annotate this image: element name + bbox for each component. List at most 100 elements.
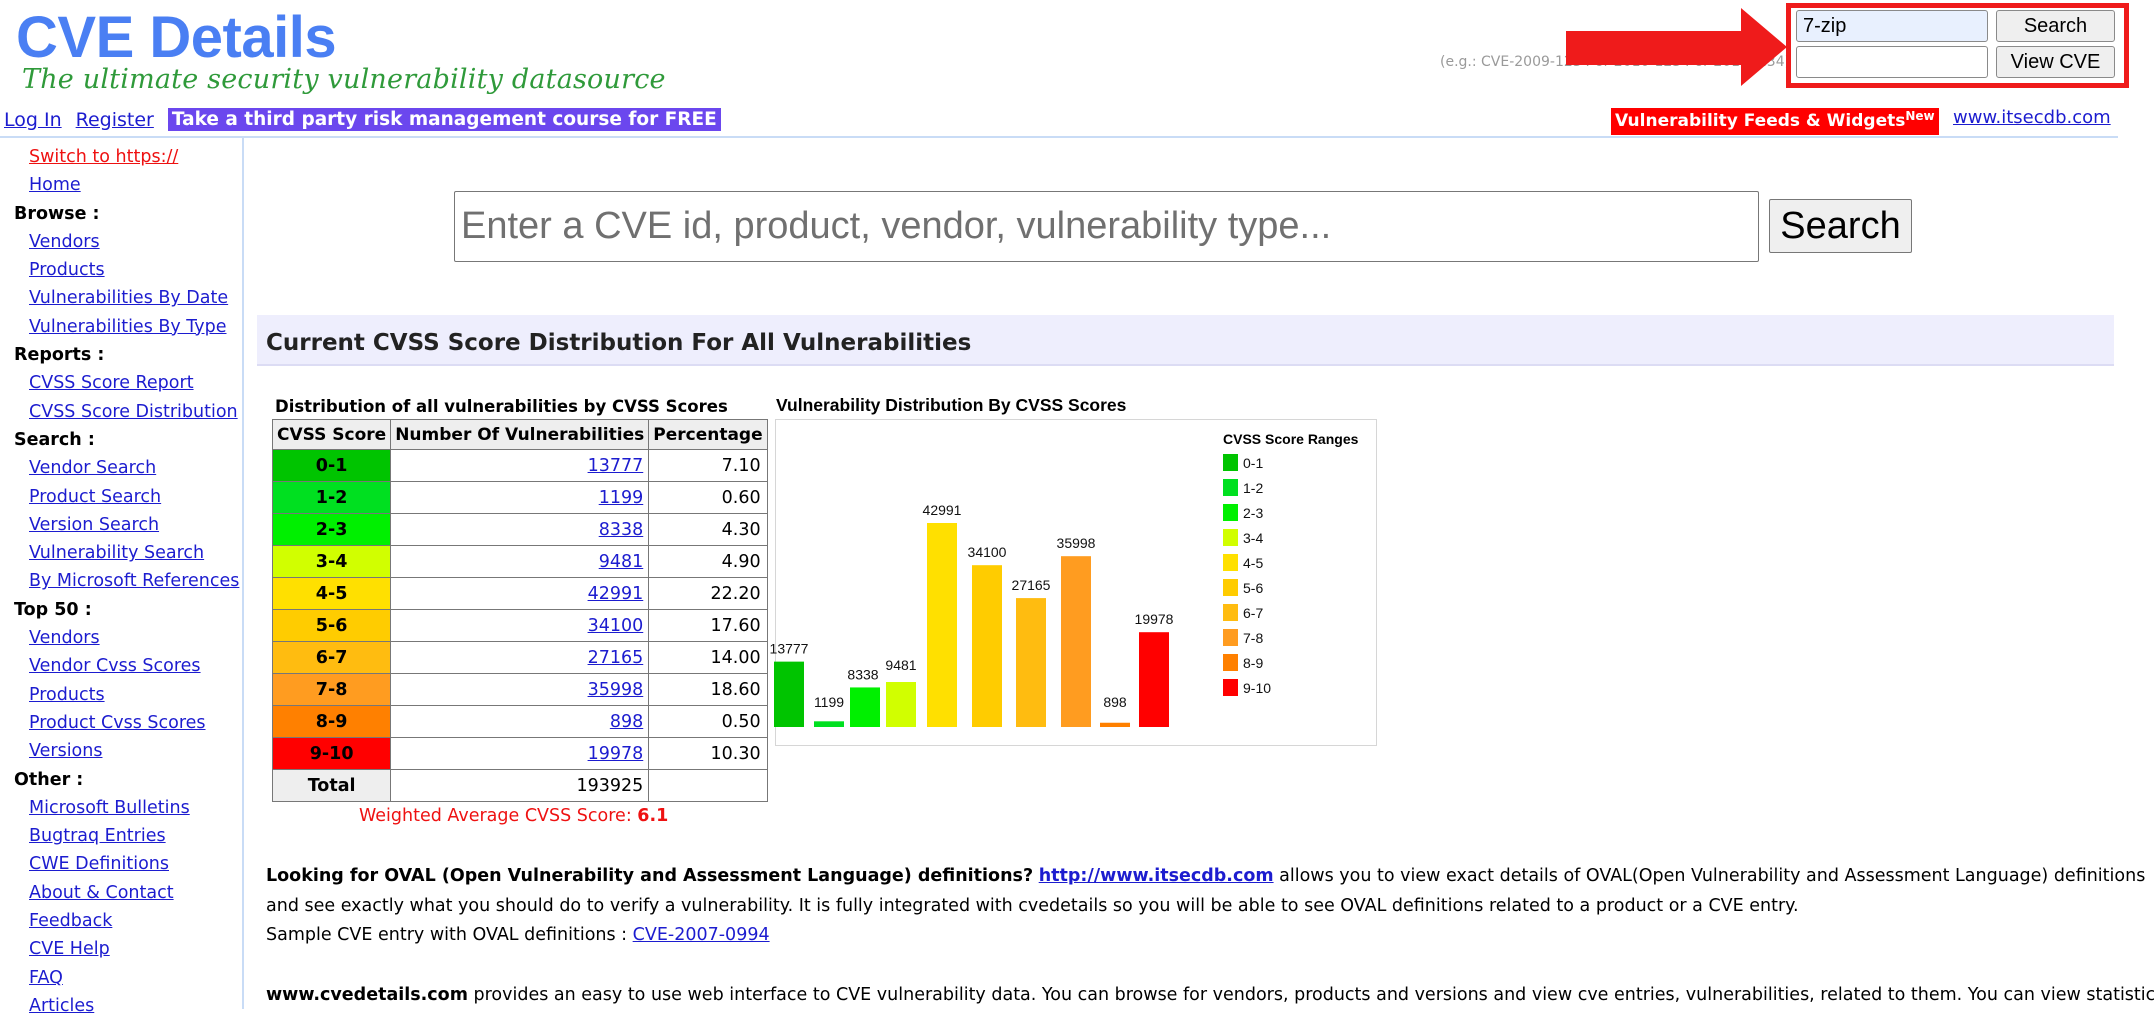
data-label-9-10: 19978 [1135, 611, 1174, 627]
vulnerability-count-link[interactable]: 42991 [588, 584, 644, 604]
legend-swatch-4-5 [1223, 554, 1238, 571]
sidebar-link-vendors[interactable]: Vendors [29, 628, 100, 648]
sidebar-item: Microsoft Bulletins [0, 794, 240, 822]
sidebar-item: Vulnerabilities By Date [0, 284, 240, 312]
data-label-3-4: 9481 [885, 657, 916, 673]
percentage-cell: 0.60 [648, 481, 768, 514]
main-search-input[interactable] [454, 191, 1759, 262]
score-range-cell: 5-6 [271, 609, 392, 642]
sidebar-link-by-microsoft-references[interactable]: By Microsoft References [29, 571, 239, 591]
sidebar-link-home[interactable]: Home [29, 175, 81, 195]
sidebar-link-products[interactable]: Products [29, 685, 105, 705]
weighted-average-score: Weighted Average CVSS Score: 6.1 [359, 806, 668, 826]
legend-swatch-7-8 [1223, 629, 1238, 646]
sidebar-heading-reports: Reports : [14, 345, 105, 366]
sidebar-link-vulnerabilities-by-type[interactable]: Vulnerabilities By Type [29, 317, 227, 337]
sidebar-link-switch-to-https[interactable]: Switch to https:// [29, 147, 178, 167]
sidebar-link-articles[interactable]: Articles [29, 996, 94, 1016]
sidebar-link-feedback[interactable]: Feedback [29, 911, 112, 931]
percentage-cell: 10.30 [648, 737, 768, 770]
sidebar-item: CVE Help [0, 935, 240, 963]
sidebar-link-faq[interactable]: FAQ [29, 968, 63, 988]
column-header-count: Number Of Vulnerabilities [390, 419, 650, 450]
sidebar-link-product-search[interactable]: Product Search [29, 487, 161, 507]
sidebar-item: Products [0, 681, 240, 709]
data-label-0-1: 13777 [770, 641, 809, 657]
score-range-cell: 8-9 [271, 705, 392, 738]
count-cell: 35998 [390, 673, 650, 706]
vulnerability-count-link[interactable]: 1199 [599, 488, 644, 508]
promo-banner-link[interactable]: Take a third party risk management cours… [167, 108, 721, 131]
logo-title[interactable]: CVE Details [16, 6, 337, 70]
sidebar-link-products[interactable]: Products [29, 260, 105, 280]
sidebar-link-vendor-cvss-scores[interactable]: Vendor Cvss Scores [29, 656, 201, 676]
sidebar-link-cvss-score-distribution[interactable]: CVSS Score Distribution [29, 402, 238, 422]
sidebar-link-cwe-definitions[interactable]: CWE Definitions [29, 854, 169, 874]
sidebar-link-versions[interactable]: Versions [29, 741, 102, 761]
oval-rest: allows you to view exact details of OVAL… [1273, 866, 2146, 886]
sidebar-item: Product Cvss Scores [0, 709, 240, 737]
sidebar-link-vendor-search[interactable]: Vendor Search [29, 458, 156, 478]
about-paragraph: www.cvedetails.com provides an easy to u… [266, 981, 2154, 1011]
vulnerability-count-link[interactable]: 19978 [588, 744, 644, 764]
sidebar-heading-other: Other : [14, 769, 84, 790]
count-cell: 27165 [390, 641, 650, 674]
sidebar-link-bugtraq-entries[interactable]: Bugtraq Entries [29, 826, 166, 846]
sidebar-link-about-contact[interactable]: About & Contact [29, 883, 174, 903]
percentage-cell: 14.00 [648, 641, 768, 674]
oval-sample-line: Sample CVE entry with OVAL definitions :… [266, 921, 2145, 951]
bar-8-9 [1100, 722, 1130, 727]
top-links: Log In Register Take a third party risk … [4, 106, 721, 133]
sidebar-item: Vulnerability Search [0, 539, 240, 567]
bar-2-3 [850, 687, 880, 727]
percentage-cell: 18.60 [648, 673, 768, 706]
sidebar-link-cvss-score-report[interactable]: CVSS Score Report [29, 373, 194, 393]
total-percentage [648, 769, 768, 802]
sidebar-link-microsoft-bulletins[interactable]: Microsoft Bulletins [29, 798, 190, 818]
sidebar-item: Switch to https:// [0, 143, 240, 171]
main-search-button[interactable]: Search [1769, 199, 1912, 253]
weighted-average-value: 6.1 [637, 806, 669, 826]
bar-6-7 [1016, 598, 1046, 727]
vulnerability-feeds-link[interactable]: Vulnerability Feeds & WidgetsNew [1611, 108, 1939, 135]
login-link[interactable]: Log In [4, 109, 62, 131]
score-range-cell: 3-4 [271, 545, 392, 578]
vulnerability-count-link[interactable]: 8338 [599, 520, 644, 540]
vulnerability-count-link[interactable]: 35998 [588, 680, 644, 700]
table-row: 4-5 42991 22.20 [271, 577, 768, 610]
column-header-score: CVSS Score [271, 419, 392, 450]
vulnerability-count-link[interactable]: 13777 [588, 456, 644, 476]
score-range-cell: 4-5 [271, 577, 392, 610]
sample-cve-link[interactable]: CVE-2007-0994 [633, 925, 770, 945]
vulnerability-count-link[interactable]: 898 [610, 712, 643, 732]
sidebar-link-vulnerability-search[interactable]: Vulnerability Search [29, 543, 204, 563]
section-title: Current CVSS Score Distribution For All … [266, 330, 972, 356]
oval-line-1: Looking for OVAL (Open Vulnerability and… [266, 862, 2145, 892]
table-row: 7-8 35998 18.60 [271, 673, 768, 706]
sidebar-link-version-search[interactable]: Version Search [29, 515, 159, 535]
bar-3-4 [886, 682, 916, 727]
logo-tagline: The ultimate security vulnerability data… [22, 64, 666, 95]
itsecdb-inline-link[interactable]: http://www.itsecdb.com [1039, 866, 1274, 886]
oval-lead: Looking for OVAL (Open Vulnerability and… [266, 866, 1034, 886]
sidebar-item: Products [0, 256, 240, 284]
sidebar-link-product-cvss-scores[interactable]: Product Cvss Scores [29, 713, 206, 733]
itsecdb-link[interactable]: www.itsecdb.com [1953, 107, 2111, 128]
vulnerability-count-link[interactable]: 9481 [599, 552, 644, 572]
sidebar-link-vulnerabilities-by-date[interactable]: Vulnerabilities By Date [29, 288, 228, 308]
sidebar-item: Vendor Search [0, 454, 240, 482]
sidebar-divider [242, 137, 244, 1009]
sidebar-link-vendors[interactable]: Vendors [29, 232, 100, 252]
sidebar-item: Bugtraq Entries [0, 822, 240, 850]
register-link[interactable]: Register [76, 109, 154, 131]
legend-swatch-8-9 [1223, 654, 1238, 671]
table-row: 0-1 13777 7.10 [271, 449, 768, 482]
sidebar-link-cve-help[interactable]: CVE Help [29, 939, 110, 959]
vulnerability-count-link[interactable]: 34100 [588, 616, 644, 636]
annotation-arrow-icon [1566, 8, 1787, 86]
vulnerability-count-link[interactable]: 27165 [588, 648, 644, 668]
oval-line-2: and see exactly what you should do to ve… [266, 895, 1799, 916]
legend-swatch-9-10 [1223, 679, 1238, 696]
bar-5-6 [972, 565, 1002, 727]
data-label-4-5: 42991 [923, 502, 962, 518]
